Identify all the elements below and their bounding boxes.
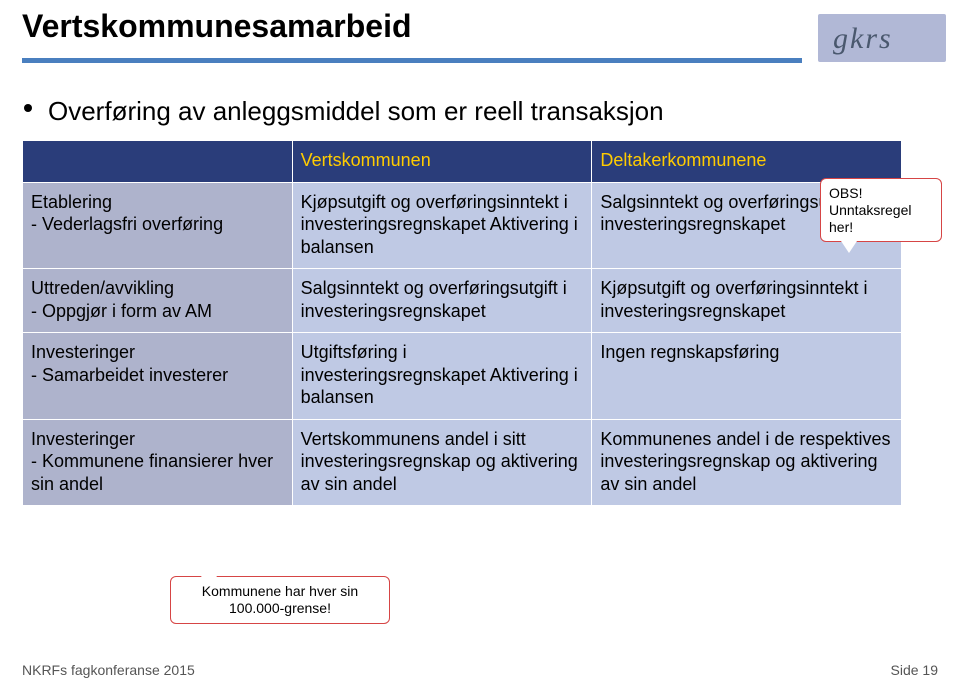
- table-row: Investeringer - Kommunene finansierer hv…: [23, 419, 902, 506]
- row0-label-sub: - Vederlagsfri overføring: [31, 213, 284, 236]
- table-row: Uttreden/avvikling - Oppgjør i form av A…: [23, 269, 902, 333]
- logo: gkrs: [818, 14, 946, 62]
- row2-label-main: Investeringer: [31, 342, 135, 362]
- row1-label: Uttreden/avvikling - Oppgjør i form av A…: [23, 269, 293, 333]
- callout-grense-tail: [201, 565, 217, 577]
- row2-label-sub: - Samarbeidet investerer: [31, 364, 284, 387]
- row3-label-main: Investeringer: [31, 429, 135, 449]
- row3-label: Investeringer - Kommunene finansierer hv…: [23, 419, 293, 506]
- footer-left: NKRFs fagkonferanse 2015: [22, 662, 195, 678]
- callout-obs: OBS! Unntaksregel her!: [820, 178, 942, 242]
- row0-label-main: Etablering: [31, 192, 112, 212]
- row3-col1: Vertskommunens andel i sitt investerings…: [292, 419, 592, 506]
- row3-col2: Kommunenes andel i de respektives invest…: [592, 419, 902, 506]
- row1-col1: Salgsinntekt og overføringsutgift i inve…: [292, 269, 592, 333]
- row2-col2: Ingen regnskapsføring: [592, 333, 902, 420]
- callout-grense-text: Kommunene har hver sin 100.000-grense!: [202, 583, 358, 616]
- footer-right: Side 19: [891, 662, 938, 678]
- title-bar: Vertskommunesamarbeid gkrs: [0, 0, 960, 86]
- header-col1: Vertskommunen: [292, 141, 592, 183]
- logo-text: gkrs: [833, 22, 893, 55]
- callout-obs-line2: Unntaksregel her!: [829, 202, 912, 235]
- title-divider: [22, 58, 802, 63]
- slide: Vertskommunesamarbeid gkrs Overføring av…: [0, 0, 960, 694]
- table-row: Investeringer - Samarbeidet investerer U…: [23, 333, 902, 420]
- row2-col1: Utgiftsføring i investeringsregnskapet A…: [292, 333, 592, 420]
- callout-obs-tail: [841, 241, 857, 253]
- logo-svg: gkrs: [827, 18, 937, 58]
- header-col2-text: Deltakerkommunene: [600, 150, 766, 170]
- callout-grense: Kommunene har hver sin 100.000-grense!: [170, 576, 390, 624]
- row0-label: Etablering - Vederlagsfri overføring: [23, 182, 293, 269]
- bullet-dot-icon: [24, 104, 32, 112]
- row1-label-main: Uttreden/avvikling: [31, 278, 174, 298]
- bullet-text: Overføring av anleggsmiddel som er reell…: [48, 96, 664, 127]
- table-row: Etablering - Vederlagsfri overføring Kjø…: [23, 182, 902, 269]
- header-col2: Deltakerkommunene: [592, 141, 902, 183]
- row3-label-sub: - Kommunene finansierer hver sin andel: [31, 450, 284, 495]
- content-table: Vertskommunen Deltakerkommunene Etableri…: [22, 140, 902, 506]
- row1-label-sub: - Oppgjør i form av AM: [31, 300, 284, 323]
- callout-obs-line1: OBS!: [829, 185, 862, 201]
- table-header-row: Vertskommunen Deltakerkommunene: [23, 141, 902, 183]
- row0-col1: Kjøpsutgift og overføringsinntekt i inve…: [292, 182, 592, 269]
- row1-col2: Kjøpsutgift og overføringsinntekt i inve…: [592, 269, 902, 333]
- page-title: Vertskommunesamarbeid: [22, 8, 412, 45]
- row2-label: Investeringer - Samarbeidet investerer: [23, 333, 293, 420]
- header-empty: [23, 141, 293, 183]
- header-col1-text: Vertskommunen: [301, 150, 431, 170]
